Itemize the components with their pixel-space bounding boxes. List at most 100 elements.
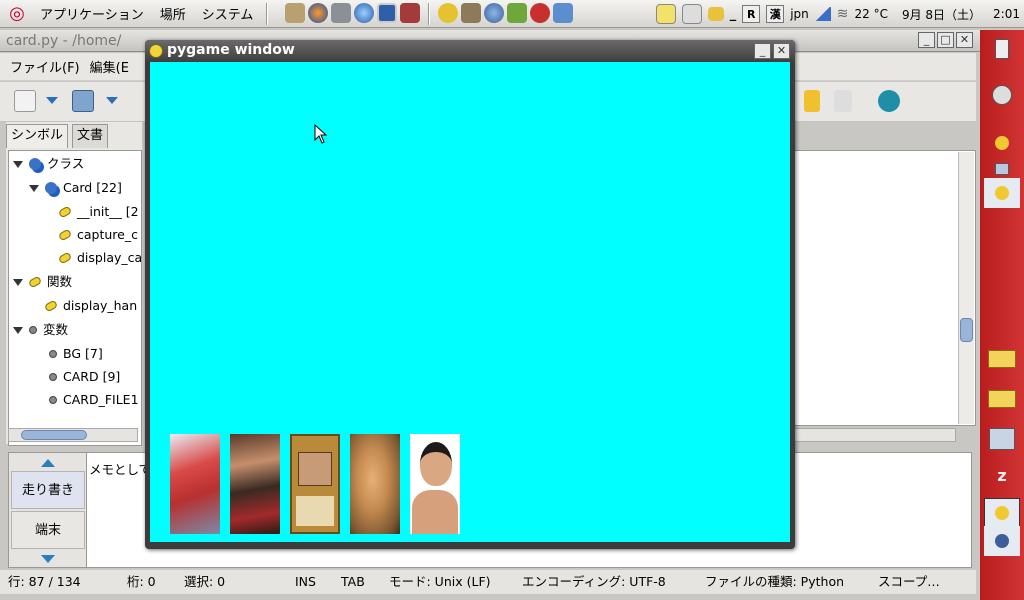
- pygame-canvas[interactable]: [150, 62, 790, 542]
- expander-icon[interactable]: [13, 160, 23, 168]
- method-icon: [57, 228, 73, 242]
- mouse-cursor-icon: [314, 124, 328, 144]
- network-icon[interactable]: [984, 424, 1020, 454]
- date[interactable]: 9月 8日（土）: [902, 6, 981, 23]
- edit-launcher-icon[interactable]: [553, 2, 574, 23]
- portrait-card[interactable]: [410, 434, 460, 534]
- notes-tray-icon[interactable]: [655, 4, 676, 24]
- tree-row-capture[interactable]: capture_c: [57, 224, 138, 246]
- face-closeup-card[interactable]: [350, 434, 400, 534]
- paint-launcher-icon[interactable]: [507, 2, 528, 23]
- globe-launcher-icon[interactable]: [484, 2, 505, 23]
- menu-edit[interactable]: 編集(E: [90, 57, 129, 76]
- tree-row-card[interactable]: Card [22]: [29, 177, 122, 199]
- pidgin-launcher-icon[interactable]: [438, 2, 459, 23]
- debian-logo-icon[interactable]: ◎: [6, 3, 28, 25]
- browser-task-icon[interactable]: [984, 526, 1020, 556]
- browser-launcher-icon[interactable]: [354, 2, 375, 23]
- folder-icon[interactable]: [984, 344, 1020, 374]
- trading-card[interactable]: [290, 434, 340, 534]
- editor-minimize-button[interactable]: _: [918, 32, 935, 48]
- scroll-thumb[interactable]: [21, 430, 87, 440]
- variable-icon: [49, 396, 57, 404]
- group-photo-card[interactable]: [230, 434, 280, 534]
- status-tab: TAB: [341, 574, 365, 589]
- class-icon: [29, 158, 41, 170]
- tree-row-display[interactable]: display_ca: [57, 247, 141, 269]
- open-dropdown-icon[interactable]: [106, 97, 118, 105]
- code-editor[interactable]: [794, 150, 976, 426]
- statusbar: 行: 87 / 134 桁: 0 選択: 0 INS TAB モード: Unix…: [0, 570, 976, 594]
- pygame-close-button[interactable]: ✕: [773, 43, 790, 59]
- editor-maximize-button[interactable]: □: [937, 32, 954, 48]
- pygame-task-icon[interactable]: [984, 498, 1020, 528]
- mail-launcher-icon[interactable]: [530, 2, 551, 23]
- tree-row-variables[interactable]: 変数: [13, 319, 68, 341]
- menu-system[interactable]: システム: [194, 4, 262, 23]
- tab-terminal[interactable]: 端末: [11, 511, 85, 549]
- expander-icon[interactable]: [13, 326, 23, 334]
- folder-open-icon[interactable]: [984, 384, 1020, 414]
- signal-icon: [814, 7, 831, 21]
- tools-launcher-icon[interactable]: [331, 2, 352, 23]
- archive-launcher-icon[interactable]: [285, 2, 306, 23]
- keyboard-layout[interactable]: jpn: [790, 7, 809, 21]
- tree-row-card-file1[interactable]: CARD_FILE1: [49, 389, 139, 411]
- disk-tray-icon[interactable]: [681, 4, 702, 24]
- tree-row-display-hand[interactable]: display_han: [43, 295, 138, 317]
- scribble-text[interactable]: メモとして: [89, 459, 151, 478]
- function-icon: [43, 299, 59, 313]
- new-dropdown-icon[interactable]: [46, 97, 58, 105]
- minimize-tray-icon[interactable]: _: [730, 7, 737, 22]
- scroll-thumb[interactable]: [960, 318, 973, 342]
- arrow-up-icon[interactable]: [41, 459, 55, 467]
- tree-label: display_han: [63, 298, 138, 313]
- screen-launcher-icon[interactable]: [377, 2, 398, 23]
- status-mode: モード: Unix (LF): [389, 574, 491, 589]
- expander-icon[interactable]: [13, 278, 23, 286]
- gimp-launcher-icon[interactable]: [461, 2, 482, 23]
- tab-documents[interactable]: 文書: [72, 124, 109, 148]
- status-encoding: エンコーディング: UTF-8: [522, 574, 666, 589]
- crown-tray-icon[interactable]: [707, 7, 724, 21]
- tree-row-functions[interactable]: 関数: [13, 271, 72, 293]
- usb-icon[interactable]: [984, 34, 1020, 64]
- ime-tray-icon[interactable]: 漢: [766, 5, 785, 23]
- clean-icon[interactable]: [804, 90, 820, 112]
- menu-applications[interactable]: アプリケーション: [32, 4, 152, 23]
- menu-file[interactable]: ファイル(F): [10, 57, 80, 76]
- sidebar-hscrollbar[interactable]: [8, 428, 138, 442]
- firefox-launcher-icon[interactable]: [308, 2, 329, 23]
- weather-temp[interactable]: 22 °C: [854, 7, 887, 21]
- volume-icon[interactable]: [984, 80, 1020, 110]
- tab-scribble[interactable]: 走り書き: [11, 471, 85, 509]
- tree-row-classes[interactable]: クラス: [13, 153, 84, 175]
- tree-row-card-var[interactable]: CARD [9]: [49, 366, 120, 388]
- sleep-icon[interactable]: z: [984, 460, 1020, 490]
- tree-row-bg[interactable]: BG [7]: [49, 343, 103, 365]
- python-task-icon[interactable]: [984, 178, 1020, 208]
- weather-icon[interactable]: ≋: [837, 6, 849, 22]
- editor-vscrollbar[interactable]: [958, 152, 974, 424]
- editor-hscrollbar[interactable]: [794, 428, 956, 442]
- new-file-icon[interactable]: [14, 90, 36, 112]
- expander-icon[interactable]: [29, 184, 39, 192]
- menu-places[interactable]: 場所: [152, 4, 194, 23]
- arrow-down-icon[interactable]: [41, 555, 55, 563]
- tree-row-init[interactable]: __init__ [2: [57, 201, 139, 223]
- clock[interactable]: 2:01: [993, 7, 1020, 21]
- editor-close-button[interactable]: ✕: [956, 32, 973, 48]
- open-file-icon[interactable]: [72, 90, 94, 112]
- editor-title: card.py - /home/: [6, 33, 122, 49]
- status-line: 行: 87 / 134: [8, 574, 81, 589]
- message-tabs: 走り書き 端末: [9, 453, 87, 567]
- package-launcher-icon[interactable]: [400, 2, 421, 23]
- pygame-titlebar[interactable]: pygame window _ ✕: [145, 40, 795, 62]
- jump-icon[interactable]: [834, 90, 852, 112]
- tab-symbols[interactable]: シンボル: [6, 124, 69, 148]
- python-icon: [149, 44, 163, 58]
- info-icon[interactable]: [878, 90, 900, 112]
- red-hero-card[interactable]: [170, 434, 220, 534]
- pygame-minimize-button[interactable]: _: [754, 43, 771, 59]
- r-tray-icon[interactable]: R: [742, 5, 761, 23]
